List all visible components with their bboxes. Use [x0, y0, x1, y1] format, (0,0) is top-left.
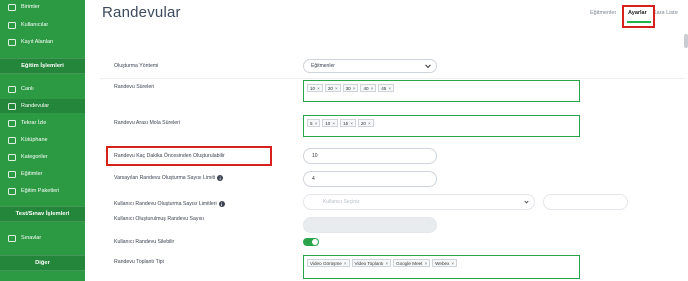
durations-label: Randevu Süreleri [114, 84, 155, 90]
tab-kara-liste[interactable]: Kara Liste [653, 10, 678, 16]
default-limit-label: Varsayılan Randevu Oluşturma Sayısı Limi… [114, 175, 224, 181]
remove-tag-icon[interactable]: × [388, 86, 391, 91]
min-before-value: 10 [312, 153, 318, 159]
can-delete-label: Kullanıcı Randevu Silebilir [114, 239, 175, 245]
min-before-input[interactable]: 10 [303, 148, 437, 164]
calendar-icon [8, 102, 16, 110]
sidebar-item-label: Randevular [21, 103, 50, 109]
live-icon [8, 85, 16, 93]
sidebar-item-egitim-paketleri[interactable]: Eğitim Paketleri [0, 184, 85, 198]
created-count-input [303, 217, 437, 233]
sidebar-item-kullanicilar[interactable]: Kullanıcılar [0, 18, 85, 32]
tag-duration: 10 × [307, 84, 323, 92]
highlight-box-tab [622, 5, 655, 28]
remove-tag-icon[interactable]: × [371, 86, 374, 91]
tag-meeting-type: Webex × [432, 259, 458, 267]
breaks-label: Randevu Arası Mola Süreleri [114, 120, 181, 126]
section-header-egitim: Eğitim İşlemleri [0, 58, 85, 74]
meeting-type-tag-input[interactable]: Video Görüşme × Video Toplantı × Google Me… [303, 255, 580, 279]
user-select-placeholder: Kullanıcı Seçiniz [323, 199, 360, 205]
tag-meeting-type: Google Meet × [393, 259, 431, 267]
remove-tag-icon[interactable]: × [424, 261, 427, 266]
tag-break: 20 × [357, 119, 374, 127]
tag-break: 10 × [322, 119, 339, 127]
tag-break: 15 × [340, 119, 356, 127]
method-label: Oluşturma Yöntemi [114, 63, 159, 69]
remove-tag-icon[interactable]: × [353, 86, 356, 91]
sidebar-item-tekrar-izle[interactable]: Tekrar İzle [0, 116, 85, 130]
tag-duration: 30 × [342, 84, 359, 92]
sidebar-item-label: Kategoriler [21, 154, 48, 160]
sidebar-item-kategoriler[interactable]: Kategoriler [0, 150, 85, 164]
method-select[interactable]: Eğitmenler [303, 59, 437, 73]
sidebar-item-kutuphane[interactable]: Kütüphane [0, 133, 85, 147]
sidebar-item-kayit-alanlari[interactable]: Kayıt Alanları [0, 35, 85, 49]
sidebar-item-label: Tekrar İzle [21, 120, 47, 126]
user-limit-label: Kullanıcı Randevu Oluşturma Sayısı Limit… [114, 201, 225, 207]
tag-duration: 45 × [378, 84, 395, 92]
remove-tag-icon[interactable]: × [335, 86, 338, 91]
sidebar-item-label: Birimler [21, 4, 40, 10]
sidebar-item-label: Kütüphane [21, 137, 48, 143]
building-icon [8, 3, 16, 11]
sidebar: Birimler Kullanıcılar Kayıt Alanları Eği… [0, 0, 85, 281]
sidebar-item-label: Sınavlar [21, 235, 42, 241]
breaks-tag-input[interactable]: 5 × 10 × 15 × 20 × [303, 115, 580, 137]
default-limit-value: 4 [312, 176, 315, 182]
section-header-sinav: Test/Sınav İşlemleri [0, 206, 85, 222]
exam-icon [8, 234, 16, 242]
row-divider [100, 78, 685, 79]
sidebar-item-label: Eğitimler [21, 171, 43, 177]
remove-tag-icon[interactable]: × [368, 121, 371, 126]
category-icon [8, 153, 16, 161]
default-limit-label-text: Varsayılan Randevu Oluşturma Sayısı Limi… [114, 175, 216, 181]
default-limit-input[interactable]: 4 [303, 171, 437, 187]
users-icon [8, 21, 16, 29]
remove-tag-icon[interactable]: × [451, 261, 454, 266]
method-select-value: Eğitmenler [311, 63, 335, 69]
library-icon [8, 136, 16, 144]
info-icon[interactable]: i [217, 175, 224, 181]
can-delete-toggle[interactable] [303, 238, 319, 246]
sidebar-item-canli[interactable]: Canlı [0, 82, 85, 96]
sidebar-item-label: Kayıt Alanları [21, 39, 54, 45]
tag-meeting-type: Video Görüşme × [307, 259, 350, 267]
tag-duration: 20 × [324, 84, 341, 92]
user-select[interactable]: Kullanıcı Seçiniz [303, 194, 535, 210]
sidebar-item-label: Canlı [21, 86, 34, 92]
user-limit-label-text: Kullanıcı Randevu Oluşturma Sayısı Limit… [114, 201, 217, 207]
tag-meeting-type: Video Toplantı × [351, 259, 392, 267]
folder-icon [8, 187, 16, 195]
remove-tag-icon[interactable]: × [350, 121, 353, 126]
page-title: Randevular [102, 4, 181, 21]
chevron-down-icon [425, 62, 431, 69]
chevron-down-icon [524, 199, 529, 204]
sidebar-item-label: Kullanıcılar [21, 22, 49, 28]
training-icon [8, 170, 16, 178]
remove-tag-icon[interactable]: × [344, 261, 347, 266]
created-count-label: Kullanıcı Oluşturulmuş Randevu Sayısı [114, 216, 204, 222]
tab-egitmenler[interactable]: Eğitmenler [590, 10, 616, 16]
durations-tag-input[interactable]: 10 × 20 × 30 × 40 × 45 × [303, 80, 580, 102]
replay-icon [8, 119, 16, 127]
remove-tag-icon[interactable]: × [315, 121, 318, 126]
tag-duration: 40 × [360, 84, 377, 92]
sidebar-item-label: Eğitim Paketleri [21, 188, 60, 194]
toggle-knob [312, 239, 318, 245]
sidebar-item-sinavlar[interactable]: Sınavlar [0, 231, 85, 245]
remove-tag-icon[interactable]: × [332, 121, 335, 126]
scrollbar-thumb[interactable] [684, 34, 688, 48]
remove-tag-icon[interactable]: × [385, 261, 388, 266]
user-limit-input[interactable] [543, 194, 628, 210]
remove-tag-icon[interactable]: × [317, 86, 320, 91]
sidebar-item-egitimler[interactable]: Eğitimler [0, 167, 85, 181]
meeting-type-label: Randevu Toplantı Tipi [114, 259, 164, 265]
section-header-diger: Diğer [0, 255, 85, 271]
form-icon [8, 38, 16, 46]
info-icon[interactable]: i [218, 201, 225, 207]
min-before-label: Randevu Kaç Dakika Öncesinden Oluşturula… [114, 153, 225, 159]
sidebar-item-birimler[interactable]: Birimler [0, 0, 85, 14]
sidebar-item-randevular[interactable]: Randevular [0, 99, 85, 113]
tag-break: 5 × [307, 119, 321, 127]
